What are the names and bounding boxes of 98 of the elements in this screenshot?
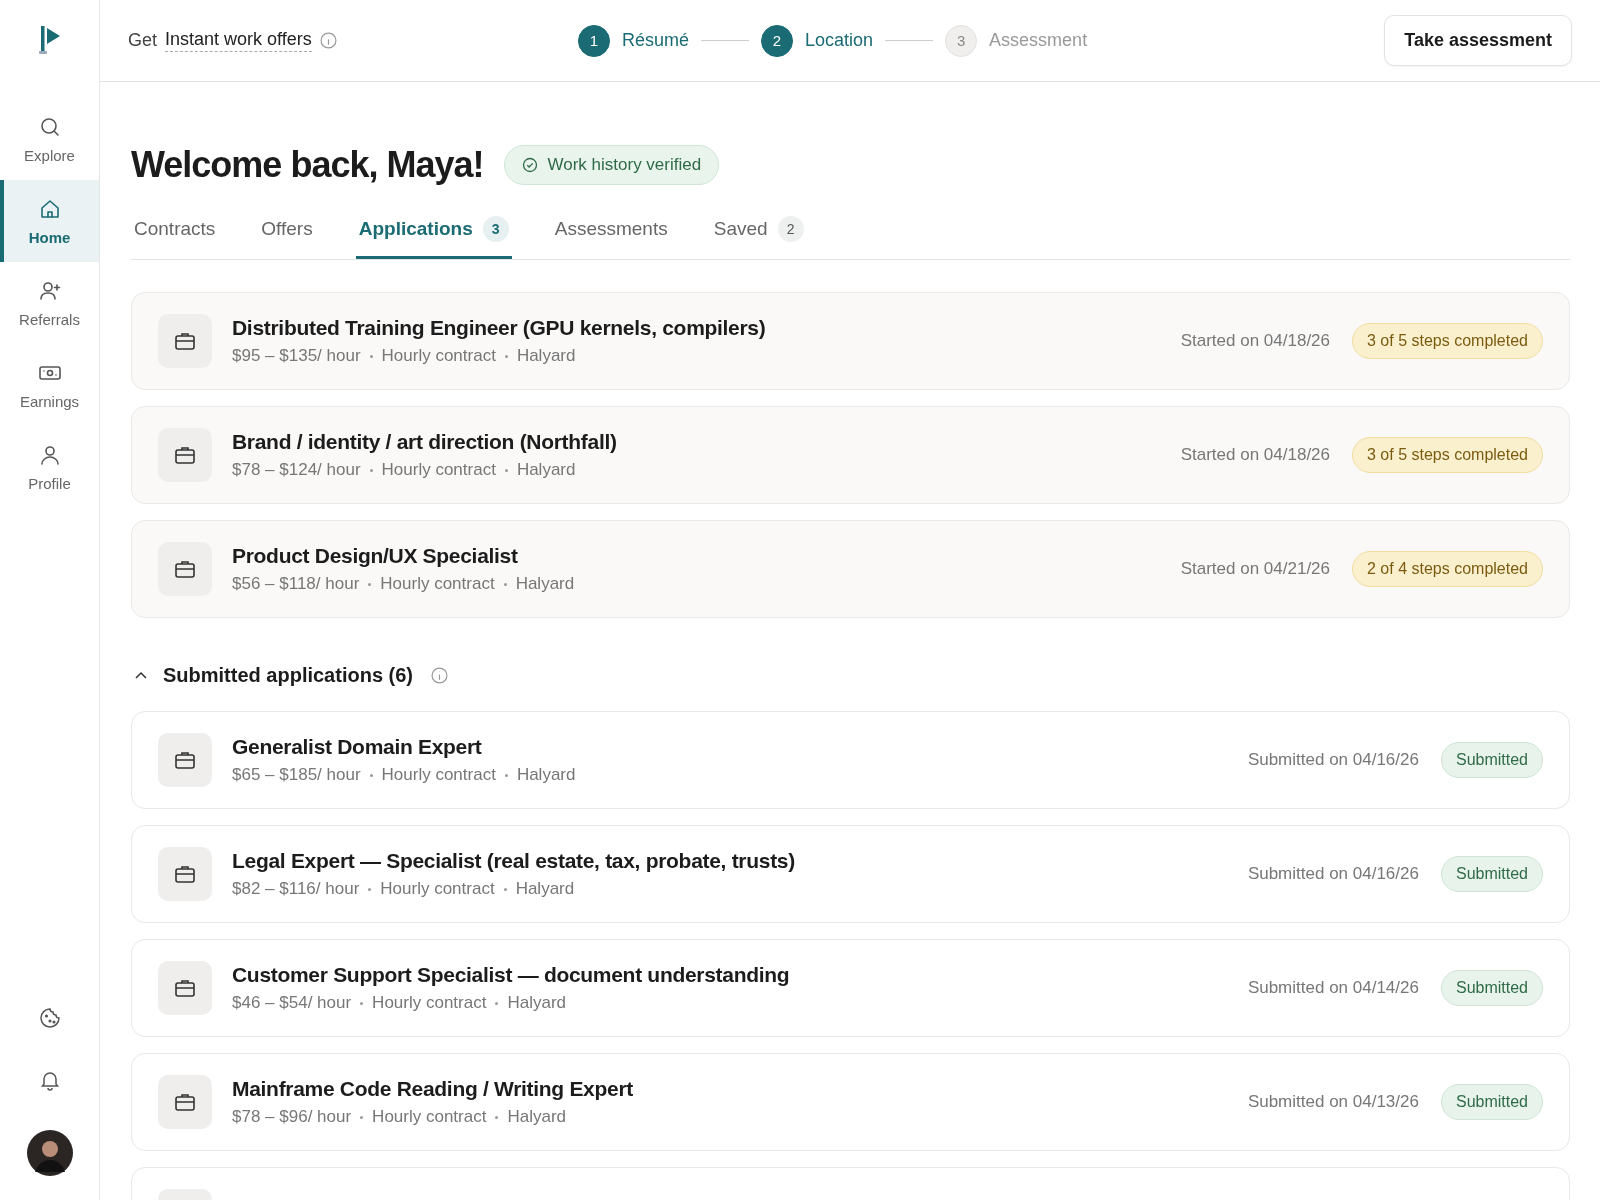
job-title: Mainframe Code Reading / Writing Expert xyxy=(232,1077,634,1101)
step-label: Assessment xyxy=(989,30,1088,51)
separator-dot-icon xyxy=(495,1115,499,1119)
step-label: Résumé xyxy=(622,30,690,51)
tab[interactable]: Saved 2 xyxy=(710,208,807,259)
separator-dot-icon xyxy=(369,468,373,472)
separator-dot-icon xyxy=(504,354,508,358)
job-title: Product Design/UX Specialist xyxy=(232,544,519,568)
welcome-heading: Welcome back, Maya! xyxy=(131,144,484,186)
contract-type: Hourly contract xyxy=(372,993,487,1014)
job-title: Customer Support Specialist — document understanding xyxy=(232,963,791,987)
status-badge: Submitted xyxy=(1440,742,1543,778)
company-name: Halyard xyxy=(516,346,576,367)
step-label: Location xyxy=(805,30,874,51)
pay-rate: $78 – $96/ hour xyxy=(232,1107,352,1128)
application-date: Started on 04/21/26 xyxy=(1180,559,1330,579)
status-badge: Submitted xyxy=(1440,856,1543,892)
pay-rate: $56 – $118/ hour xyxy=(232,574,360,595)
tab-count: 2 xyxy=(777,216,804,242)
company-name: Halyard xyxy=(515,574,575,595)
contract-type: Hourly contract xyxy=(381,765,496,786)
application-card[interactable]: Product Design/UX Specialist $56 – $118/ hour Hourly contract Halyard Started on 04/21/26 2 of 4 steps completed xyxy=(131,520,1570,618)
tab-label: Applications xyxy=(358,218,473,240)
tab[interactable]: Assessments xyxy=(551,208,671,259)
sidebar-item[interactable]: Profile xyxy=(0,426,99,508)
application-date: Started on 04/18/26 xyxy=(1180,445,1330,465)
contract-type: Hourly contract xyxy=(381,346,496,367)
section-title: Submitted applications (6) xyxy=(163,664,414,687)
tab-label: Saved xyxy=(713,218,768,240)
status-badge: 3 of 5 steps completed xyxy=(1352,323,1543,359)
avatar-icon[interactable] xyxy=(26,1130,73,1176)
application-date: Started on 04/18/26 xyxy=(1180,331,1330,351)
contract-type: Hourly contract xyxy=(380,574,495,595)
cookie-icon[interactable] xyxy=(37,1006,62,1030)
application-card[interactable]: Generalist Domain Expert $65 – $185/ hour Hourly contract Halyard Submitted on 04/16/26 Submitted xyxy=(131,711,1570,809)
application-card[interactable]: Distributed Training Engineer (GPU kernels, compilers) $95 – $135/ hour Hourly contract Halyard Started on 04/18/26 3 of 5 steps completed xyxy=(131,292,1570,390)
tab-count: 3 xyxy=(482,216,509,242)
separator-dot-icon xyxy=(504,773,508,777)
pay-rate: $95 – $135/ hour xyxy=(232,346,361,367)
application-date: Submitted on 04/14/26 xyxy=(1247,978,1419,998)
pay-rate: $82 – $116/ hour xyxy=(232,879,360,900)
status-badge: Submitted xyxy=(1440,1084,1543,1120)
status-badge: Submitted xyxy=(1440,970,1543,1006)
contract-type: Hourly contract xyxy=(372,1107,487,1128)
info-icon[interactable] xyxy=(319,32,337,49)
separator-dot-icon xyxy=(369,354,373,358)
contract-type: Hourly contract xyxy=(380,879,495,900)
separator-dot-icon xyxy=(495,1001,499,1005)
separator-dot-icon xyxy=(360,1115,364,1119)
tab[interactable]: Contracts xyxy=(131,208,219,259)
step-number: 1 xyxy=(578,24,610,57)
company-name: Halyard xyxy=(516,765,576,786)
separator-dot-icon xyxy=(504,468,508,472)
sidebar-item[interactable]: Home xyxy=(0,180,99,262)
job-title: Legal Expert — Specialist (real estate, tax, probate, trusts) xyxy=(232,849,796,873)
separator-dot-icon xyxy=(368,887,372,891)
separator-dot-icon xyxy=(368,582,372,586)
pay-rate: $65 – $185/ hour xyxy=(232,765,361,786)
take-assessment-button[interactable]: Take assessment xyxy=(1384,15,1572,66)
tab[interactable]: Applications 3 xyxy=(355,208,512,259)
logo-icon xyxy=(37,24,62,56)
application-date: Submitted on 04/16/26 xyxy=(1247,750,1419,770)
job-title: Distributed Training Engineer (GPU kernels, compilers) xyxy=(232,316,767,340)
info-icon[interactable] xyxy=(431,667,449,684)
tab-label: Contracts xyxy=(134,218,216,240)
job-title: Generalist Domain Expert xyxy=(232,735,483,759)
separator-dot-icon xyxy=(503,582,507,586)
step-number: 2 xyxy=(761,24,794,57)
sidebar-item[interactable]: Referrals xyxy=(0,262,99,344)
pay-rate: $78 – $124/ hour xyxy=(232,460,361,481)
tab[interactable]: Offers xyxy=(258,208,316,259)
sidebar-item[interactable]: Explore xyxy=(0,98,99,180)
sidebar-item[interactable]: Earnings xyxy=(0,344,99,426)
company-name: Halyard xyxy=(515,879,575,900)
offers-link[interactable]: Instant work offers xyxy=(165,29,312,52)
check-circle-icon xyxy=(521,157,538,173)
application-card[interactable]: Brand / identity / art direction (Northfall) $78 – $124/ hour Hourly contract Halyard Started on 04/18/26 3 of 5 steps completed xyxy=(131,406,1570,504)
status-badge: 2 of 4 steps completed xyxy=(1352,551,1543,587)
company-name: Halyard xyxy=(507,1107,567,1128)
tab-label: Assessments xyxy=(554,218,668,240)
separator-dot-icon xyxy=(503,887,507,891)
application-date: Submitted on 04/13/26 xyxy=(1247,1092,1419,1112)
separator-dot-icon xyxy=(360,1001,364,1005)
company-name: Halyard xyxy=(507,993,567,1014)
pay-rate: $46 – $54/ hour xyxy=(232,993,352,1014)
prompt-text: Get xyxy=(128,30,157,51)
verified-text: Work history verified xyxy=(547,155,702,175)
tab-label: Offers xyxy=(261,218,313,240)
application-card[interactable]: Mainframe Code Reading / Writing Expert $78 – $96/ hour Hourly contract Halyard Submitted on 04/13/26 Submitted xyxy=(131,1053,1570,1151)
application-card[interactable]: Legal Expert — Specialist (real estate, tax, probate, trusts) $82 – $116/ hour Hourly contract Halyard Submitted on 04/16/26 Submitted xyxy=(131,825,1570,923)
status-badge: 3 of 5 steps completed xyxy=(1352,437,1543,473)
separator-dot-icon xyxy=(369,773,373,777)
application-card[interactable]: Customer Support Specialist — document understanding $46 – $54/ hour Hourly contract Halyard Submitted on 04/14/26 Submitted xyxy=(131,939,1570,1037)
contract-type: Hourly contract xyxy=(381,460,496,481)
company-name: Halyard xyxy=(516,460,576,481)
job-title: Brand / identity / art direction (Northfall) xyxy=(232,430,618,454)
step-number: 3 xyxy=(945,24,978,57)
application-date: Submitted on 04/16/26 xyxy=(1247,864,1419,884)
